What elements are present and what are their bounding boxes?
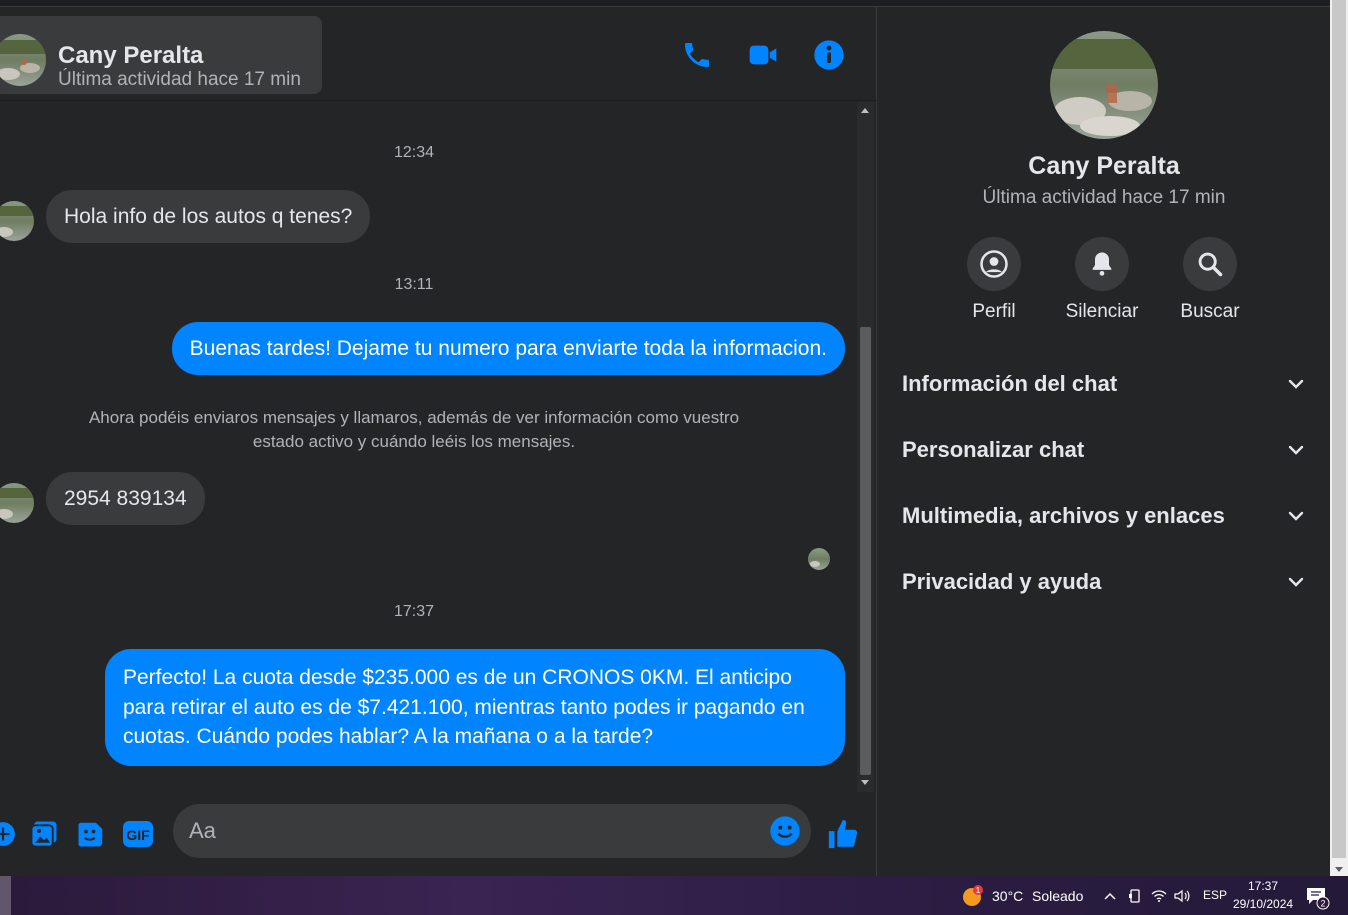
message-input-container: [173, 804, 811, 858]
chat-header: Cany Peralta Última actividad hace 17 mi…: [0, 7, 877, 101]
avatar: [0, 34, 46, 86]
messenger-window: Cany Peralta Última actividad hace 17 mi…: [0, 0, 1348, 876]
message-scrollbar[interactable]: [857, 102, 874, 792]
search-button[interactable]: Buscar: [1165, 237, 1255, 323]
weather-badge: 1: [976, 886, 981, 895]
chat-info-panel: Cany Peralta Última actividad hace 17 mi…: [878, 7, 1330, 876]
scroll-up-arrow[interactable]: [861, 108, 869, 113]
message-bubble-outgoing[interactable]: Perfecto! La cuota desde $235.000 es de …: [105, 649, 845, 766]
scroll-down-arrow[interactable]: [861, 780, 869, 785]
scroll-thumb[interactable]: [860, 327, 871, 775]
timestamp: 17:37: [393, 603, 435, 620]
system-note: Ahora podéis enviaros mensajes y llamaro…: [88, 408, 740, 451]
avatar: [0, 201, 34, 241]
windows-taskbar: 1 30°C Soleado ESP 17:37 29/10/2024 2: [0, 876, 1348, 915]
weather-description[interactable]: Soleado: [1032, 888, 1083, 904]
seen-indicator-avatar: [808, 548, 830, 570]
section-chat-info[interactable]: Información del chat: [890, 356, 1318, 412]
wifi-icon[interactable]: [1150, 887, 1168, 905]
message-bubble-outgoing[interactable]: Buenas tardes! Dejame tu numero para env…: [171, 322, 845, 375]
bell-icon: [1075, 237, 1129, 291]
section-media-files-links[interactable]: Multimedia, archivos y enlaces: [890, 488, 1318, 544]
page-scroll-down-arrow[interactable]: [1335, 867, 1343, 872]
chevron-down-icon: [1288, 445, 1304, 455]
section-label: Información del chat: [902, 371, 1118, 396]
search-icon: [1183, 237, 1237, 291]
phone-icon[interactable]: [679, 37, 715, 73]
video-camera-icon[interactable]: [745, 37, 781, 73]
avatar: [0, 483, 34, 523]
device-icon[interactable]: [1126, 887, 1144, 905]
chevron-down-icon: [1288, 379, 1304, 389]
weather-icon[interactable]: 1: [962, 885, 984, 907]
clock-time[interactable]: 17:37: [1248, 879, 1278, 893]
section-label: Personalizar chat: [902, 437, 1085, 462]
avatar[interactable]: [1050, 31, 1158, 139]
clock-date[interactable]: 29/10/2024: [1233, 897, 1293, 911]
message-list: 12:34 Hola info de los autos q tenes? 13…: [0, 102, 857, 792]
mute-button[interactable]: Silenciar: [1057, 237, 1147, 323]
section-customize-chat[interactable]: Personalizar chat: [890, 422, 1318, 478]
composer: GIF: [0, 792, 877, 876]
info-icon[interactable]: [811, 37, 847, 73]
volume-icon[interactable]: [1173, 887, 1191, 905]
profile-button[interactable]: Perfil: [949, 237, 1039, 323]
section-label: Privacidad y ayuda: [902, 569, 1102, 594]
contact-name: Cany Peralta: [58, 42, 204, 69]
chat-column: Cany Peralta Última actividad hace 17 mi…: [0, 7, 877, 876]
gif-label: GIF: [126, 827, 150, 843]
contact-status: Última actividad hace 17 min: [58, 69, 301, 90]
timestamp: 13:11: [394, 276, 434, 293]
message-bubble-incoming[interactable]: Hola info de los autos q tenes?: [46, 190, 371, 243]
page-scroll-thumb[interactable]: [1332, 0, 1346, 858]
profile-label: Perfil: [972, 301, 1016, 322]
weather-temperature[interactable]: 30°C: [992, 888, 1023, 904]
panel-contact-status: Última actividad hace 17 min: [982, 187, 1226, 208]
taskbar-left-edge: [0, 876, 11, 915]
section-privacy-help[interactable]: Privacidad y ayuda: [890, 554, 1318, 610]
panel-contact-name: Cany Peralta: [1028, 152, 1180, 180]
chevron-down-icon: [1288, 577, 1304, 587]
image-icon[interactable]: [27, 817, 61, 851]
mute-label: Silenciar: [1065, 301, 1139, 322]
profile-icon: [967, 237, 1021, 291]
emoji-icon[interactable]: [769, 815, 801, 847]
notification-count: 2: [1320, 899, 1325, 909]
page-scrollbar[interactable]: [1330, 0, 1348, 876]
gif-icon[interactable]: GIF: [121, 817, 155, 851]
contact-header-button[interactable]: Cany Peralta Última actividad hace 17 mi…: [0, 16, 322, 94]
window-top-edge: [0, 0, 1330, 7]
search-label: Buscar: [1180, 301, 1240, 322]
sticker-icon[interactable]: [74, 817, 108, 851]
chevron-down-icon: [1288, 511, 1304, 521]
chevron-up-icon[interactable]: [1101, 887, 1119, 905]
notification-icon[interactable]: 2: [1305, 886, 1331, 910]
section-label: Multimedia, archivos y enlaces: [902, 503, 1225, 528]
plus-icon[interactable]: [0, 817, 20, 851]
thumbs-up-icon[interactable]: [826, 817, 860, 851]
timestamp: 12:34: [393, 144, 435, 161]
message-bubble-incoming[interactable]: 2954 839134: [46, 472, 205, 525]
language-indicator[interactable]: ESP: [1203, 888, 1227, 902]
message-input[interactable]: [189, 804, 749, 858]
